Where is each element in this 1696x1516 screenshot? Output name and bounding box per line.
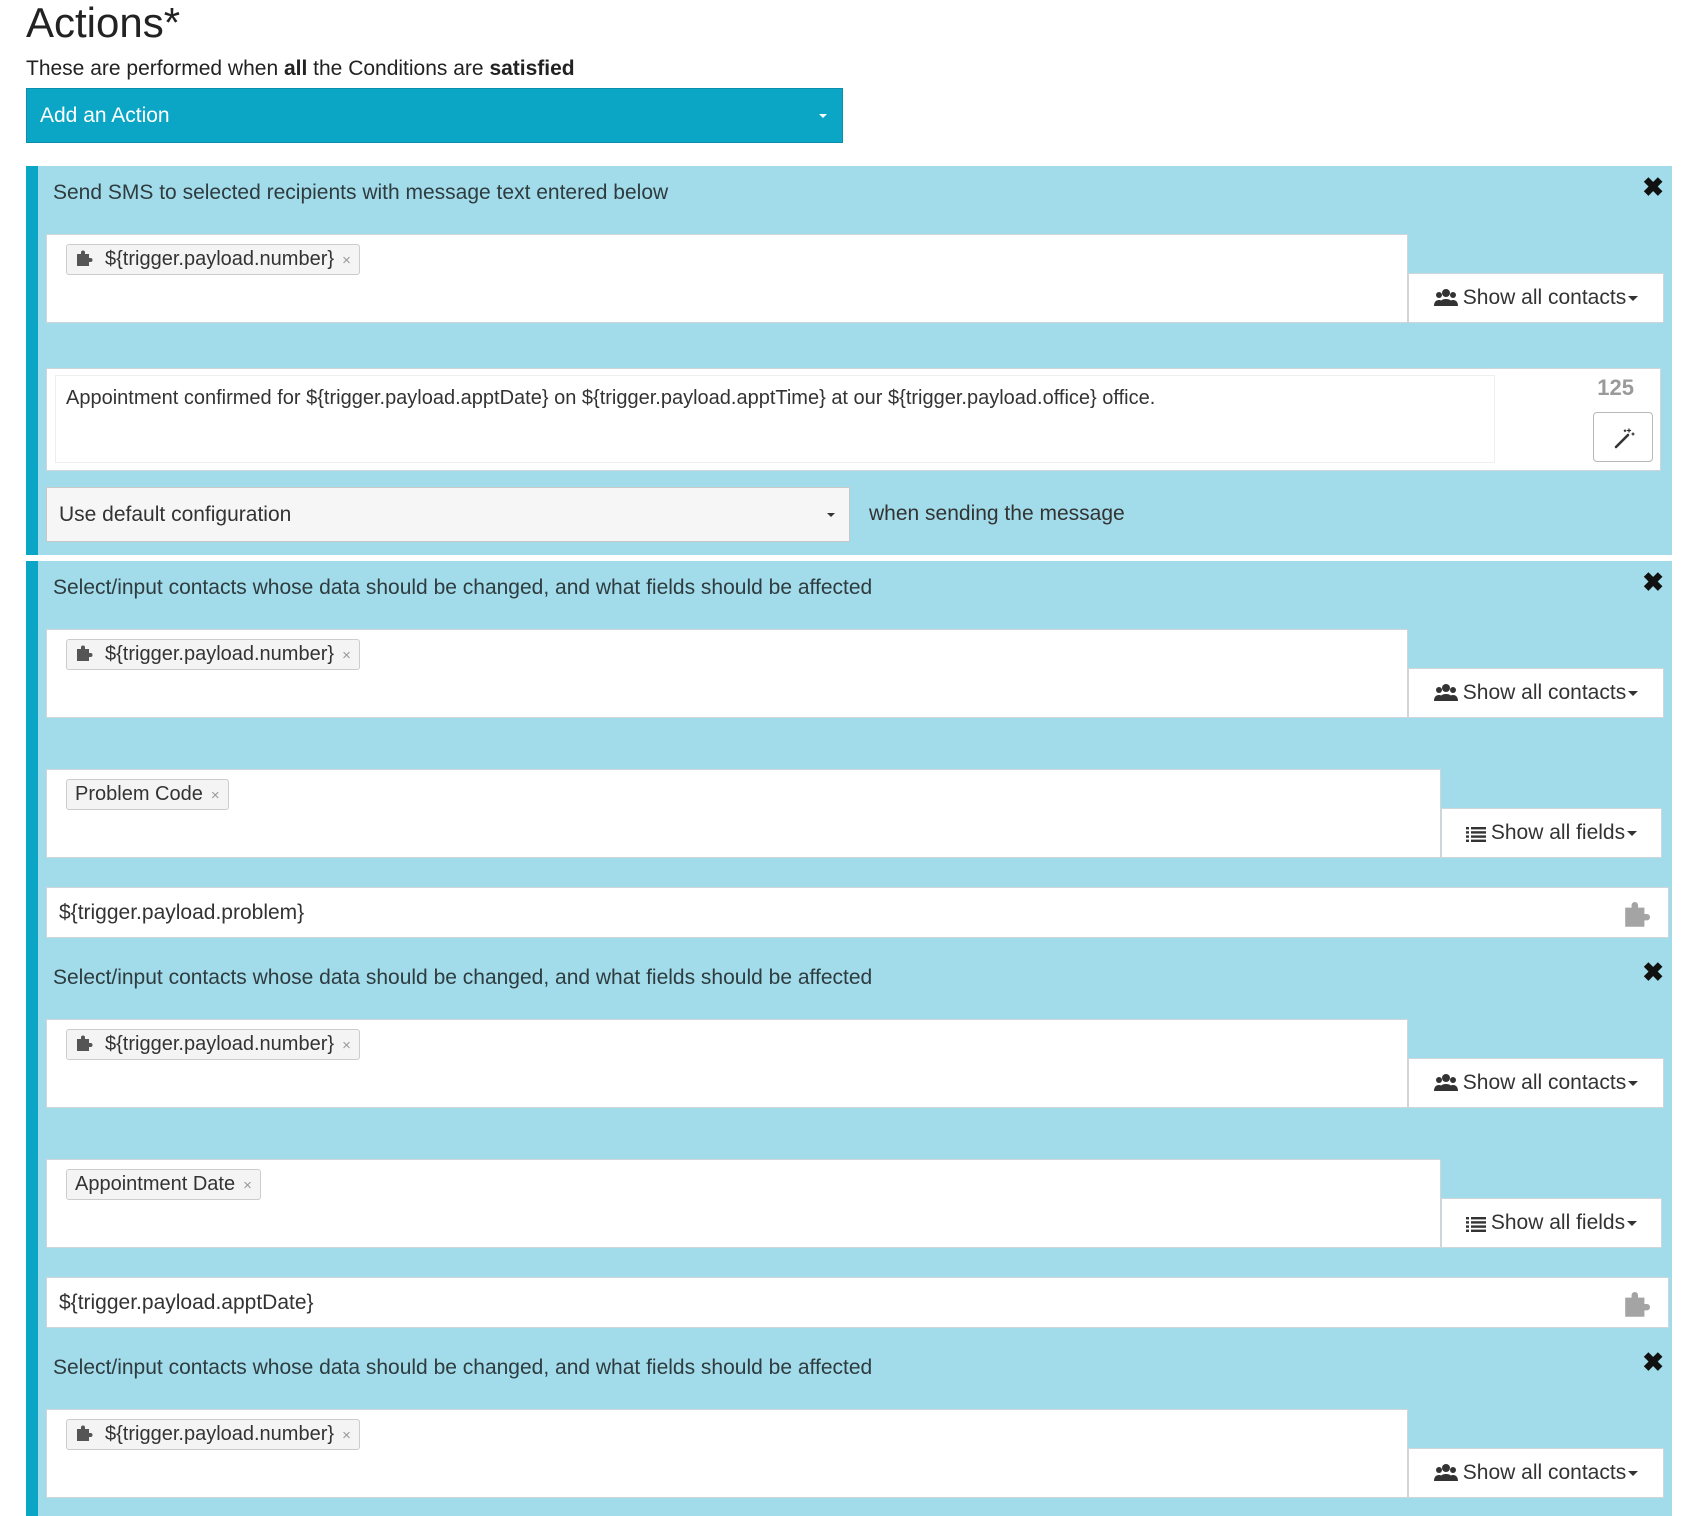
puzzle-icon[interactable]: [1620, 1288, 1656, 1320]
field-value-input[interactable]: ${trigger.payload.problem}: [46, 887, 1669, 938]
remove-action-icon[interactable]: ✖: [1642, 957, 1664, 987]
puzzle-icon: [77, 645, 93, 661]
show-all-contacts-button[interactable]: Show all contacts: [1408, 668, 1664, 718]
contact-tag: ${trigger.payload.number} ×: [66, 1029, 360, 1060]
caret-down-icon: [1628, 295, 1639, 301]
contact-tag-label: ${trigger.payload.number}: [105, 1033, 335, 1055]
show-all-contacts-button[interactable]: Show all contacts: [1408, 1448, 1664, 1498]
remove-action-icon[interactable]: ✖: [1642, 1347, 1664, 1377]
users-icon: [1433, 289, 1458, 306]
action-panel-send-sms: Send SMS to selected recipients with mes…: [26, 166, 1672, 555]
show-all-contacts-label: Show all contacts: [1462, 286, 1627, 309]
puzzle-icon: [77, 1035, 93, 1051]
show-all-contacts-label: Show all contacts: [1462, 1071, 1627, 1094]
configuration-select-value: Use default configuration: [59, 503, 292, 526]
field-tag: Problem Code ×: [66, 779, 229, 810]
users-icon: [1433, 1074, 1458, 1091]
field-value-text: ${trigger.payload.apptDate}: [59, 1291, 314, 1314]
recipient-tag-label: ${trigger.payload.number}: [105, 248, 335, 270]
show-all-fields-button[interactable]: Show all fields: [1441, 1198, 1662, 1248]
tag-remove-icon[interactable]: ×: [342, 1427, 351, 1444]
recipient-tag: ${trigger.payload.number} ×: [66, 244, 360, 275]
caret-down-icon: [1628, 1470, 1639, 1476]
contacts-input[interactable]: ${trigger.payload.number} ×: [46, 1409, 1408, 1498]
page-description: These are performed when all the Conditi…: [26, 57, 575, 80]
action-title: Select/input contacts whose data should …: [53, 576, 873, 599]
show-all-contacts-label: Show all contacts: [1462, 1461, 1627, 1484]
contact-tag: ${trigger.payload.number} ×: [66, 639, 360, 670]
fields-input[interactable]: Appointment Date ×: [46, 1159, 1441, 1248]
action-title: Select/input contacts whose data should …: [53, 1356, 873, 1379]
message-textarea[interactable]: Appointment confirmed for ${trigger.payl…: [55, 375, 1495, 463]
recipients-input[interactable]: ${trigger.payload.number} ×: [46, 234, 1408, 323]
list-icon: [1465, 1217, 1486, 1232]
contact-tag-label: ${trigger.payload.number}: [105, 643, 335, 665]
insert-variable-button[interactable]: [1593, 412, 1653, 462]
users-icon: [1433, 1464, 1458, 1481]
add-action-dropdown[interactable]: Add an Action: [26, 88, 843, 143]
tag-remove-icon[interactable]: ×: [342, 647, 351, 664]
magic-wand-icon: [1614, 428, 1635, 449]
field-tag: Appointment Date ×: [66, 1169, 261, 1200]
action-panel-update-contact: Select/input contacts whose data should …: [26, 561, 1672, 951]
remove-action-icon[interactable]: ✖: [1642, 172, 1664, 202]
show-all-fields-button[interactable]: Show all fields: [1441, 808, 1662, 858]
field-tag-label: Problem Code: [75, 783, 203, 805]
remove-action-icon[interactable]: ✖: [1642, 567, 1664, 597]
show-all-contacts-button[interactable]: Show all contacts: [1408, 273, 1664, 323]
field-value-text: ${trigger.payload.problem}: [59, 901, 305, 924]
tag-remove-icon[interactable]: ×: [342, 252, 351, 269]
action-title: Send SMS to selected recipients with mes…: [53, 181, 669, 204]
puzzle-icon: [77, 1425, 93, 1441]
action-panel-update-contact: Select/input contacts whose data should …: [26, 951, 1672, 1341]
caret-down-icon: [819, 114, 827, 118]
caret-down-icon: [1627, 1220, 1638, 1226]
show-all-fields-label: Show all fields: [1490, 821, 1626, 844]
configuration-select[interactable]: Use default configuration: [46, 487, 850, 542]
contact-tag: ${trigger.payload.number} ×: [66, 1419, 360, 1450]
add-action-label: Add an Action: [40, 104, 170, 127]
puzzle-icon: [77, 250, 93, 266]
show-all-contacts-button[interactable]: Show all contacts: [1408, 1058, 1664, 1108]
action-panel-update-contact: Select/input contacts whose data should …: [26, 1341, 1672, 1516]
contacts-input[interactable]: ${trigger.payload.number} ×: [46, 629, 1408, 718]
contact-tag-label: ${trigger.payload.number}: [105, 1423, 335, 1445]
show-all-fields-label: Show all fields: [1490, 1211, 1626, 1234]
show-all-contacts-label: Show all contacts: [1462, 681, 1627, 704]
caret-down-icon: [827, 513, 835, 517]
tag-remove-icon[interactable]: ×: [243, 1177, 252, 1194]
configuration-suffix: when sending the message: [869, 502, 1125, 525]
character-count: 125: [1597, 375, 1634, 400]
list-icon: [1465, 827, 1486, 842]
fields-input[interactable]: Problem Code ×: [46, 769, 1441, 858]
contacts-input[interactable]: ${trigger.payload.number} ×: [46, 1019, 1408, 1108]
tag-remove-icon[interactable]: ×: [211, 787, 220, 804]
caret-down-icon: [1628, 690, 1639, 696]
caret-down-icon: [1627, 830, 1638, 836]
message-editor: Appointment confirmed for ${trigger.payl…: [46, 368, 1661, 471]
users-icon: [1433, 684, 1458, 701]
field-tag-label: Appointment Date: [75, 1173, 236, 1195]
field-value-input[interactable]: ${trigger.payload.apptDate}: [46, 1277, 1669, 1328]
action-title: Select/input contacts whose data should …: [53, 966, 873, 989]
page-title: Actions*: [26, 0, 181, 46]
puzzle-icon[interactable]: [1620, 898, 1656, 930]
caret-down-icon: [1628, 1080, 1639, 1086]
tag-remove-icon[interactable]: ×: [342, 1037, 351, 1054]
